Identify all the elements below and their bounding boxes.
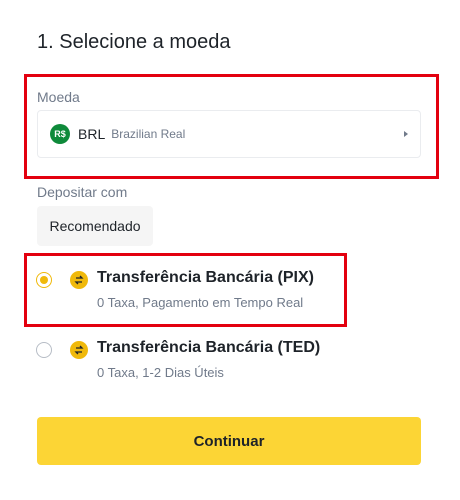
chevron-right-icon [404,131,408,137]
currency-label: Moeda [37,89,80,105]
payment-option-ted[interactable]: Transferência Bancária (TED) 0 Taxa, 1-2… [36,337,366,387]
brl-coin-icon: R$ [50,124,70,144]
currency-code: BRL [78,126,106,142]
currency-select[interactable]: R$ BRL Brazilian Real [37,110,421,158]
option-subtitle: 0 Taxa, 1-2 Dias Úteis [97,365,224,380]
option-title: Transferência Bancária (TED) [97,339,321,356]
transfer-icon [70,341,88,359]
transfer-icon [70,271,88,289]
radio-selected-icon[interactable] [36,272,52,288]
option-subtitle: 0 Taxa, Pagamento em Tempo Real [97,295,304,310]
radio-unselected-icon[interactable] [36,342,52,358]
payment-option-pix[interactable]: Transferência Bancária (PIX) 0 Taxa, Pag… [36,267,366,317]
currency-name: Brazilian Real [111,127,186,141]
recommended-filter-chip[interactable]: Recomendado [37,206,153,246]
page-title: 1. Selecione a moeda [37,31,231,53]
option-title: Transferência Bancária (PIX) [97,269,314,286]
continue-button[interactable]: Continuar [37,417,421,465]
deposit-label: Depositar com [37,184,128,200]
